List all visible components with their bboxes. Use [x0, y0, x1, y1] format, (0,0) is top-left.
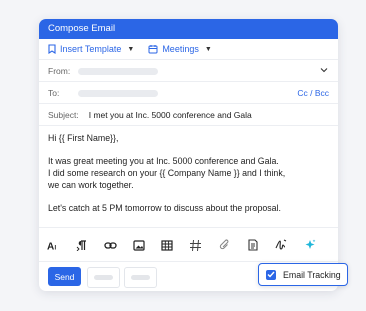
svg-text:I: I: [55, 245, 57, 251]
hash-icon[interactable]: [182, 239, 211, 252]
calendar-icon: [148, 45, 158, 54]
checkbox-checked-icon[interactable]: [266, 269, 276, 280]
to-row[interactable]: To: Cc / Bcc: [39, 81, 338, 104]
image-icon[interactable]: [125, 239, 154, 251]
document-icon[interactable]: [239, 239, 268, 251]
formatting-toolbar: AI: [39, 227, 338, 262]
from-row[interactable]: From:: [39, 59, 338, 82]
from-value-placeholder: [78, 67, 158, 75]
body-line: Let's catch at 5 PM tomorrow to discuss …: [48, 203, 281, 214]
attachment-icon[interactable]: [210, 239, 239, 251]
insert-template-label: Insert Template: [60, 44, 122, 54]
compose-toolbar: Insert Template ▼ Meetings ▼: [39, 39, 338, 59]
meetings-label: Meetings: [162, 44, 199, 54]
divider: [39, 125, 338, 126]
secondary-action-button[interactable]: [124, 267, 157, 288]
meetings-button[interactable]: Meetings ▼: [148, 44, 212, 54]
caret-down-icon: ▼: [204, 45, 212, 53]
body-line: we can work together.: [48, 179, 134, 190]
subject-label: Subject:: [48, 110, 79, 120]
to-label: To:: [48, 88, 60, 98]
subject-input[interactable]: I met you at Inc. 5000 conference and Ga…: [89, 110, 252, 120]
caret-down-icon: ▼: [127, 45, 135, 53]
body-line: It was great meeting you at Inc. 5000 co…: [48, 156, 279, 167]
to-value-placeholder: [78, 89, 158, 97]
subject-row[interactable]: Subject: I met you at Inc. 5000 conferen…: [39, 103, 338, 126]
email-tracking-toggle[interactable]: Email Tracking: [258, 263, 348, 286]
ai-sparkle-icon[interactable]: [296, 239, 325, 251]
paragraph-icon[interactable]: [68, 239, 97, 251]
text-size-icon[interactable]: AI: [39, 240, 68, 251]
email-body-editor[interactable]: Hi {{ First Name}}, It was great meeting…: [48, 133, 333, 215]
table-icon[interactable]: [153, 239, 182, 251]
bookmark-icon: [48, 44, 56, 54]
window-title: Compose Email: [39, 19, 338, 39]
svg-text:A: A: [47, 241, 54, 251]
body-line: I did some research on your {{ Company N…: [48, 168, 286, 179]
compose-email-window: Compose Email Insert Template ▼ Meetings…: [39, 19, 338, 291]
chevron-down-icon[interactable]: [320, 67, 328, 73]
body-greeting: Hi {{ First Name}},: [48, 133, 119, 143]
insert-template-button[interactable]: Insert Template ▼: [48, 44, 134, 54]
cc-bcc-link[interactable]: Cc / Bcc: [297, 88, 329, 98]
link-icon[interactable]: [96, 241, 125, 250]
from-label: From:: [48, 66, 71, 76]
send-button[interactable]: Send: [48, 267, 81, 286]
email-tracking-label: Email Tracking: [283, 269, 341, 280]
signature-icon[interactable]: [267, 239, 296, 251]
secondary-action-button[interactable]: [87, 267, 120, 288]
